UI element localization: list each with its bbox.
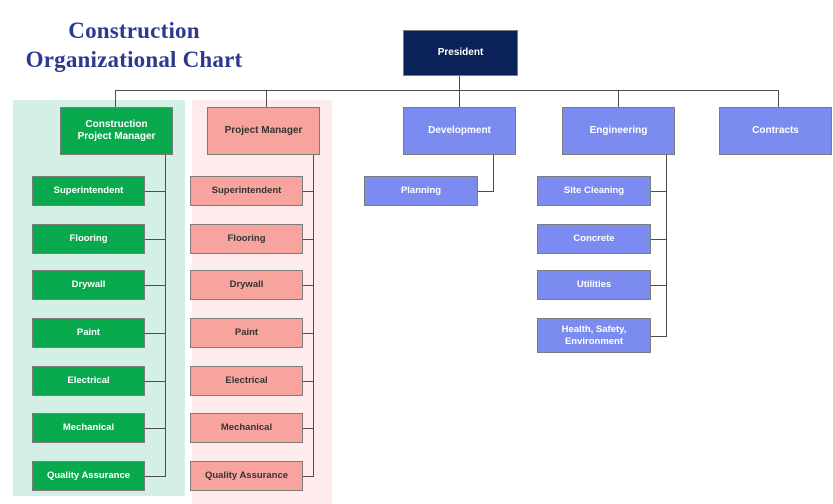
connector-bus-to-development <box>459 90 460 107</box>
connector-engineering-health-safety <box>651 336 667 337</box>
node-development[interactable]: Development <box>403 107 516 155</box>
node-construction-paint[interactable]: Paint <box>32 318 145 348</box>
connector-level2-bus <box>115 90 779 91</box>
connector-development-spine <box>493 155 494 192</box>
connector-pm-paint <box>303 333 314 334</box>
connector-cpm-superintendent <box>145 191 166 192</box>
connector-cpm-flooring <box>145 239 166 240</box>
node-site-cleaning[interactable]: Site Cleaning <box>537 176 651 206</box>
connector-president-down <box>459 76 460 90</box>
connector-pm-superintendent <box>303 191 314 192</box>
connector-engineering-utilities <box>651 285 667 286</box>
node-project-quality-assurance[interactable]: Quality Assurance <box>190 461 303 491</box>
node-construction-quality-assurance[interactable]: Quality Assurance <box>32 461 145 491</box>
connector-cpm-paint <box>145 333 166 334</box>
node-concrete[interactable]: Concrete <box>537 224 651 254</box>
group-panel-project <box>192 100 332 504</box>
page-title: Construction Organizational Chart <box>25 18 243 72</box>
node-construction-electrical[interactable]: Electrical <box>32 366 145 396</box>
connector-pm-mechanical <box>303 428 314 429</box>
connector-cpm-quality-assurance <box>145 476 166 477</box>
node-contracts[interactable]: Contracts <box>719 107 832 155</box>
node-engineering[interactable]: Engineering <box>562 107 675 155</box>
connector-pm-flooring <box>303 239 314 240</box>
connector-bus-to-construction-pm <box>115 90 116 107</box>
node-project-flooring[interactable]: Flooring <box>190 224 303 254</box>
connector-cpm-drywall <box>145 285 166 286</box>
node-project-paint[interactable]: Paint <box>190 318 303 348</box>
connector-pm-electrical <box>303 381 314 382</box>
node-health-safety-environment[interactable]: Health, Safety, Environment <box>537 318 651 353</box>
node-project-superintendent[interactable]: Superintendent <box>190 176 303 206</box>
org-chart-canvas: Construction Organizational Chart Presid… <box>0 0 833 504</box>
node-project-electrical[interactable]: Electrical <box>190 366 303 396</box>
node-construction-mechanical[interactable]: Mechanical <box>32 413 145 443</box>
connector-bus-to-contracts <box>778 90 779 107</box>
connector-engineering-site-cleaning <box>651 191 667 192</box>
node-construction-project-manager[interactable]: Construction Project Manager <box>60 107 173 155</box>
connector-cpm-mechanical <box>145 428 166 429</box>
node-construction-flooring[interactable]: Flooring <box>32 224 145 254</box>
connector-pm-quality-assurance <box>303 476 314 477</box>
connector-development-planning <box>478 191 494 192</box>
node-project-drywall[interactable]: Drywall <box>190 270 303 300</box>
connector-engineering-spine <box>666 155 667 336</box>
node-utilities[interactable]: Utilities <box>537 270 651 300</box>
node-project-mechanical[interactable]: Mechanical <box>190 413 303 443</box>
node-construction-superintendent[interactable]: Superintendent <box>32 176 145 206</box>
node-president[interactable]: President <box>403 30 518 76</box>
node-planning[interactable]: Planning <box>364 176 478 206</box>
connector-engineering-concrete <box>651 239 667 240</box>
connector-pm-drywall <box>303 285 314 286</box>
connector-cpm-electrical <box>145 381 166 382</box>
node-construction-drywall[interactable]: Drywall <box>32 270 145 300</box>
node-project-manager[interactable]: Project Manager <box>207 107 320 155</box>
connector-bus-to-engineering <box>618 90 619 107</box>
connector-bus-to-project-manager <box>266 90 267 107</box>
